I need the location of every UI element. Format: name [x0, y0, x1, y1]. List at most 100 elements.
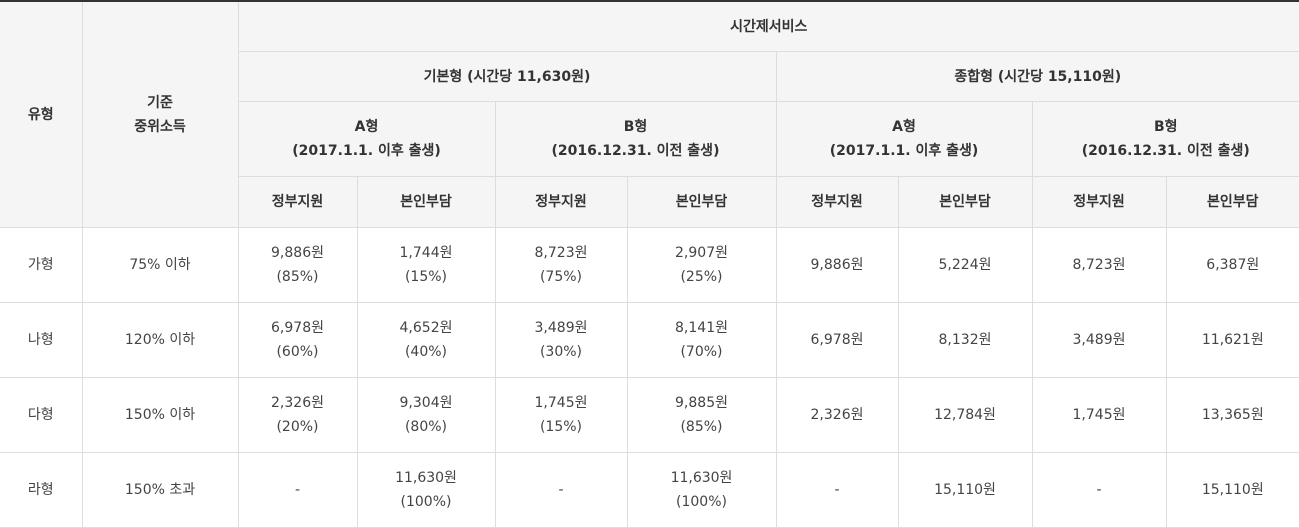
- group-birth: (2016.12.31. 이전 출생): [1081, 143, 1250, 159]
- header-income: 기준 중위소득: [81, 0, 239, 228]
- cell-comp-a-gov: 2,326원: [775, 377, 899, 453]
- cell-amount: 6,978원: [810, 332, 864, 348]
- table-row: 가형 75% 이하 9,886원 (85%) 1,744원 (15%) 8,723원 (75%…: [0, 227, 1299, 303]
- cell-amount: 5,224원: [938, 257, 992, 273]
- row-type: 가형: [0, 227, 83, 303]
- header-gov-support: 정부지원: [494, 176, 628, 228]
- cell-amount: 1,745원: [1072, 407, 1126, 423]
- cell-percent: (100%): [400, 494, 452, 510]
- cell-amount: 9,886원: [810, 257, 864, 273]
- cell-amount: 1,744원: [399, 245, 453, 261]
- cell-amount: 6,978원: [271, 320, 324, 336]
- cell-amount: 2,907원: [675, 245, 728, 261]
- cell-amount: 9,886원: [271, 245, 324, 261]
- cell-percent: (15%): [539, 419, 583, 435]
- cell-amount: 4,652원: [399, 320, 453, 336]
- cell-basic-b-self: 2,907원 (25%): [626, 227, 777, 303]
- cell-percent: (85%): [680, 419, 723, 435]
- cell-amount: 8,723원: [534, 245, 588, 261]
- row-type: 다형: [0, 377, 83, 453]
- cell-amount: 11,621원: [1201, 332, 1264, 348]
- cell-amount: 2,326원: [271, 395, 324, 411]
- group-name: A형: [354, 119, 379, 135]
- cell-basic-a-self: 1,744원 (15%): [356, 227, 496, 303]
- cell-comp-b-self: 15,110원: [1165, 452, 1299, 528]
- cell-basic-b-gov: 1,745원 (15%): [494, 377, 628, 453]
- cell-basic-b-gov: 3,489원 (30%): [494, 302, 628, 378]
- header-plan-comprehensive: 종합형 (시간당 15,110원): [775, 51, 1299, 102]
- header-self-pay: 본인부담: [1165, 176, 1299, 228]
- cell-amount: 8,141원: [675, 320, 728, 336]
- cell-percent: (100%): [676, 494, 727, 510]
- header-self-pay: 본인부담: [897, 176, 1033, 228]
- cell-percent: (80%): [404, 419, 448, 435]
- cell-comp-a-gov: 6,978원: [775, 302, 899, 378]
- cell-basic-a-gov: 6,978원 (60%): [237, 302, 358, 378]
- header-plan-basic: 기본형 (시간당 11,630원): [238, 51, 777, 102]
- cell-amount: 12,784원: [934, 407, 996, 423]
- cell-percent: (40%): [404, 344, 448, 360]
- cell-percent: (30%): [539, 344, 583, 360]
- cell-amount: 15,110원: [934, 482, 996, 498]
- cell-amount: -: [1096, 482, 1102, 498]
- group-name: A형: [892, 119, 916, 135]
- cell-basic-a-self: 4,652원 (40%): [356, 302, 496, 378]
- cell-amount: 3,489원: [534, 320, 588, 336]
- table-row: 다형 150% 이하 2,326원 (20%) 9,304원 (80%) 1,745원 (15…: [0, 377, 1299, 453]
- cell-basic-b-gov: -: [494, 452, 628, 528]
- header-gov-support: 정부지원: [775, 176, 899, 228]
- cell-percent: (20%): [276, 419, 319, 435]
- header-income-line2: 중위소득: [134, 118, 186, 135]
- header-row-service: 유형 기준 중위소득 시간제서비스: [0, 0, 1299, 228]
- cell-percent: (75%): [539, 269, 583, 285]
- header-group-comprehensive-a: A형 (2017.1.1. 이후 출생): [775, 101, 1033, 177]
- cell-comp-a-gov: 9,886원: [775, 227, 899, 303]
- cell-amount: 8,723원: [1072, 257, 1126, 273]
- cell-basic-b-self: 9,885원 (85%): [626, 377, 777, 453]
- row-income: 150% 초과: [81, 452, 239, 528]
- cell-amount: 2,326원: [810, 407, 864, 423]
- cell-amount: 3,489원: [1072, 332, 1126, 348]
- row-income: 120% 이하: [81, 302, 239, 378]
- cell-basic-a-gov: 2,326원 (20%): [237, 377, 358, 453]
- cell-comp-b-self: 11,621원: [1165, 302, 1299, 378]
- group-birth: (2016.12.31. 이전 출생): [551, 143, 720, 159]
- group-birth: (2017.1.1. 이후 출생): [292, 143, 441, 159]
- cell-percent: (15%): [404, 269, 448, 285]
- cell-comp-b-gov: 3,489원: [1031, 302, 1167, 378]
- header-gov-support: 정부지원: [1031, 176, 1167, 228]
- cell-comp-b-gov: 1,745원: [1031, 377, 1167, 453]
- row-type: 라형: [0, 452, 83, 528]
- cell-comp-b-self: 6,387원: [1165, 227, 1299, 303]
- header-group-basic-a: A형 (2017.1.1. 이후 출생): [238, 101, 496, 177]
- header-self-pay: 본인부담: [626, 176, 777, 228]
- cell-comp-b-gov: -: [1031, 452, 1167, 528]
- cell-comp-a-self: 8,132원: [897, 302, 1033, 378]
- table-row: 라형 150% 초과 - 11,630원 (100%) - 11,630원 (100%) - 15…: [0, 452, 1299, 528]
- cell-basic-b-self: 8,141원 (70%): [626, 302, 777, 378]
- cell-basic-a-self: 11,630원 (100%): [356, 452, 496, 528]
- cell-comp-a-self: 12,784원: [897, 377, 1033, 453]
- cell-basic-b-gov: 8,723원 (75%): [494, 227, 628, 303]
- cell-amount: -: [294, 482, 301, 498]
- cell-amount: 15,110원: [1201, 482, 1264, 498]
- header-self-pay: 본인부담: [356, 176, 496, 228]
- cell-amount: 8,132원: [938, 332, 992, 348]
- cell-percent: (85%): [276, 269, 319, 285]
- cell-amount: -: [834, 482, 840, 498]
- cell-amount: 9,304원: [399, 395, 453, 411]
- header-group-comprehensive-b: B형 (2016.12.31. 이전 출생): [1031, 101, 1299, 177]
- cell-percent: (70%): [680, 344, 723, 360]
- group-birth: (2017.1.1. 이후 출생): [829, 143, 979, 159]
- cell-comp-b-gov: 8,723원: [1031, 227, 1167, 303]
- cell-comp-b-self: 13,365원: [1165, 377, 1299, 453]
- table-header: 유형 기준 중위소득 시간제서비스 기본형 (시간당 11,630원) 종합형 …: [0, 0, 1299, 228]
- group-name: B형: [623, 119, 648, 135]
- cell-amount: 9,885원: [675, 395, 728, 411]
- header-service: 시간제서비스: [237, 0, 1299, 52]
- header-group-basic-b: B형 (2016.12.31. 이전 출생): [494, 101, 777, 177]
- header-income-line1: 기준: [147, 94, 173, 111]
- group-name: B형: [1153, 119, 1178, 135]
- cell-percent: (25%): [680, 269, 723, 285]
- table-body: 가형 75% 이하 9,886원 (85%) 1,744원 (15%) 8,723원 (75%…: [0, 227, 1299, 528]
